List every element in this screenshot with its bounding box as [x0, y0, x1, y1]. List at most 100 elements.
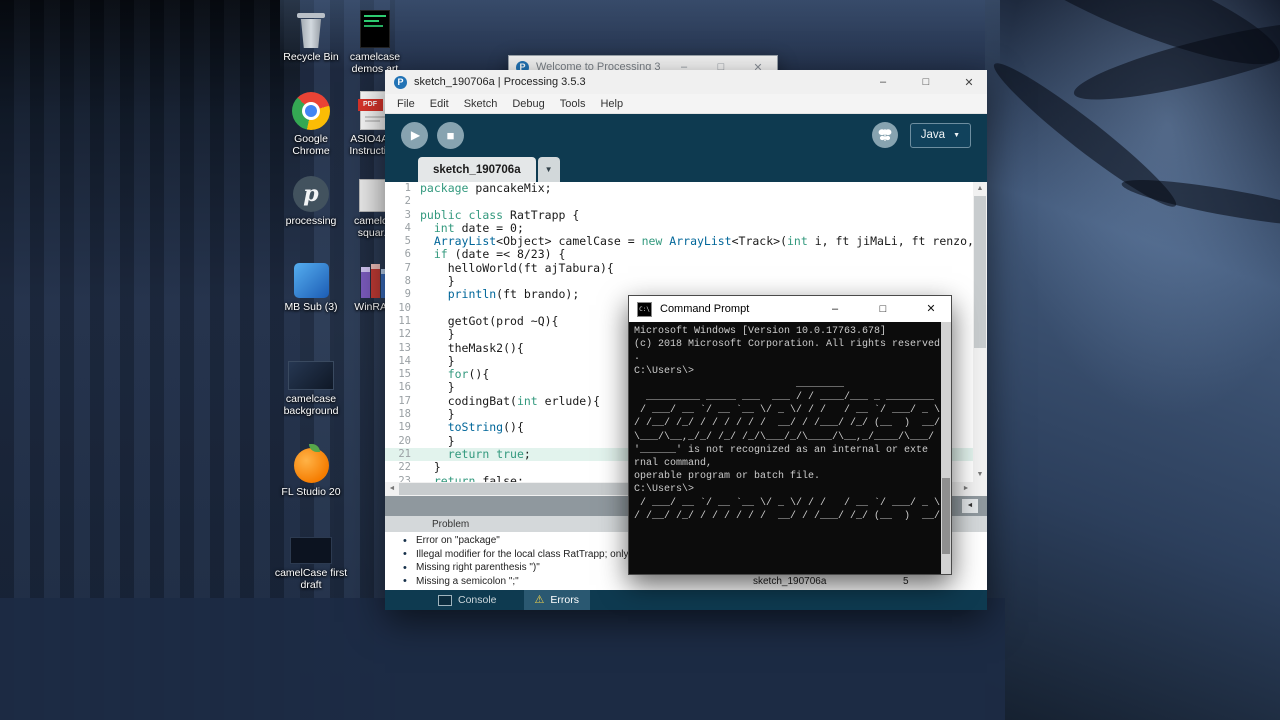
icon-label: MB Sub (3): [284, 301, 338, 313]
ide-titlebar[interactable]: P sketch_190706a | Processing 3.5.3 – □ …: [385, 70, 987, 94]
chrome-icon: [292, 90, 330, 130]
line-number: 6: [404, 248, 411, 261]
tab-console[interactable]: Console: [427, 590, 508, 610]
line-number: 8: [404, 275, 411, 288]
scrollbar-thumb[interactable]: [942, 478, 950, 554]
debug-button[interactable]: [871, 122, 898, 148]
fl-studio-icon: [293, 443, 329, 483]
line-number: 19: [398, 421, 411, 434]
cmd-line: operable program or batch file.: [634, 471, 821, 483]
menu-debug[interactable]: Debug: [512, 98, 544, 110]
menu-sketch[interactable]: Sketch: [464, 98, 498, 110]
maximize-button[interactable]: □: [908, 76, 944, 88]
toolbar: ▶ ■ Java ▼: [385, 114, 987, 156]
desktop-icon-camelcase-first-draft[interactable]: camelCase first draft: [273, 524, 349, 592]
icon-label: FL Studio 20: [281, 486, 341, 498]
code-line[interactable]: 7 helloWorld(ft ajTabura){: [385, 262, 973, 275]
wallpaper-left: [0, 0, 300, 720]
code-line[interactable]: 4 int date = 0;: [385, 222, 973, 235]
scroll-left-icon[interactable]: ◄: [385, 482, 399, 496]
processing-icon: p: [293, 172, 329, 212]
code-line[interactable]: 6 if (date =< 8/23) {: [385, 248, 973, 261]
tab-errors[interactable]: ⚠ Errors: [523, 590, 590, 610]
code-art-icon: [360, 8, 390, 48]
errors-label: Errors: [550, 594, 579, 606]
line-number: 14: [398, 354, 411, 367]
pdf-badge: PDF: [357, 99, 383, 111]
line-number: 3: [404, 208, 411, 221]
scrollbar-corner: [973, 482, 987, 496]
icon-label: Recycle Bin: [283, 51, 339, 63]
code-line[interactable]: 2: [385, 195, 973, 208]
code-line[interactable]: 1 package pancakeMix;: [385, 182, 973, 195]
line-number: 12: [398, 328, 411, 341]
desktop-icon-fl-studio-20[interactable]: FL Studio 20: [273, 443, 349, 498]
line-number: 17: [398, 394, 411, 407]
minimize-button[interactable]: –: [865, 76, 901, 88]
menu-edit[interactable]: Edit: [430, 98, 449, 110]
scrollbar-thumb[interactable]: [974, 196, 986, 348]
run-button[interactable]: ▶: [401, 121, 428, 149]
tab-menu-button[interactable]: ▼: [537, 157, 560, 182]
menu-help[interactable]: Help: [600, 98, 623, 110]
code-line[interactable]: 8 }: [385, 275, 973, 288]
cmd-line: / ___/ __ `/ __ `__ \/ _ \/ / / / __ `/ …: [634, 497, 941, 509]
scroll-up-icon[interactable]: ▲: [973, 182, 987, 196]
code-text: package pancakeMix;: [420, 182, 552, 195]
scroll-right-icon[interactable]: ►: [959, 482, 973, 496]
desktop: Recycle Bin camelcase demos art Google C…: [0, 0, 1280, 720]
line-number: 16: [398, 381, 411, 394]
maximize-button[interactable]: □: [863, 296, 903, 322]
warning-icon: ⚠: [534, 593, 545, 606]
collapse-console-button[interactable]: ◄: [962, 499, 978, 513]
line-number: 11: [398, 314, 411, 327]
cmd-titlebar[interactable]: C:\ Command Prompt – □ ✕: [629, 296, 951, 322]
line-number: 4: [404, 221, 411, 234]
chevron-down-icon: ▼: [544, 165, 553, 174]
close-button[interactable]: ✕: [951, 76, 987, 89]
line-number: 1: [404, 182, 411, 194]
error-text: Missing a semicolon ";": [416, 575, 519, 587]
cmd-icon: C:\: [637, 301, 652, 317]
bullet-icon: •: [403, 548, 407, 561]
menu-bar: File Edit Sketch Debug Tools Help: [385, 94, 987, 114]
footer-bar: Console ⚠ Errors: [385, 590, 987, 610]
butterfly-icon: [878, 129, 892, 141]
menu-file[interactable]: File: [397, 98, 415, 110]
scroll-down-icon[interactable]: ▼: [973, 468, 987, 482]
code-text: int date = 0;: [433, 221, 524, 235]
minimize-button[interactable]: –: [815, 296, 855, 322]
line-number: 5: [404, 235, 411, 248]
cmd-line: \___/\__,_/_/ /_/ /_/\___/_/\____/\__,_/…: [634, 431, 935, 443]
processing-app-icon: P: [394, 75, 407, 89]
error-row[interactable]: • Missing a semicolon ";" sketch_190706a 5: [385, 575, 987, 589]
error-line: 5: [903, 575, 909, 587]
code-text: ArrayList<Object> camelCase = new ArrayL…: [433, 235, 973, 249]
mode-selector[interactable]: Java ▼: [909, 122, 971, 148]
tab-sketch[interactable]: sketch_190706a: [418, 157, 536, 182]
cmd-scrollbar[interactable]: [941, 322, 951, 574]
cmd-line: / ___/ __ `/ __ `__ \/ _ \/ / / / __ `/ …: [634, 405, 941, 417]
menu-tools[interactable]: Tools: [560, 98, 586, 110]
stop-button[interactable]: ■: [437, 121, 464, 149]
error-text: Missing right parenthesis ")": [416, 562, 540, 574]
cmd-line: / /__/ /_/ / / / / / / __/ / /___/ /_/ (…: [634, 418, 941, 430]
image-thumbnail-icon: [290, 524, 332, 564]
editor-vertical-scrollbar[interactable]: ▲ ▼: [973, 182, 987, 482]
recycle-bin-icon: [297, 8, 325, 48]
image-thumbnail-icon: [288, 350, 334, 390]
desktop-icon-camelcase-background[interactable]: camelcase background: [273, 350, 349, 418]
palm-frond: [1119, 171, 1280, 235]
code-line[interactable]: 5 ArrayList<Object> camelCase = new Arra…: [385, 235, 973, 248]
stop-icon: ■: [446, 127, 455, 143]
problem-column-header: Problem: [432, 518, 470, 530]
cmd-line: Microsoft Windows [Version 10.0.17763.67…: [634, 326, 887, 337]
code-line[interactable]: 3 public class RatTrapp {: [385, 209, 973, 222]
cmd-terminal[interactable]: Microsoft Windows [Version 10.0.17763.67…: [629, 322, 951, 574]
desktop-icon-camelcase-demos-art[interactable]: camelcase demos art: [337, 8, 413, 76]
cmd-output: Microsoft Windows [Version 10.0.17763.67…: [634, 325, 951, 523]
line-number: 2: [404, 195, 411, 208]
close-button[interactable]: ✕: [911, 296, 951, 322]
play-icon: ▶: [410, 128, 421, 142]
